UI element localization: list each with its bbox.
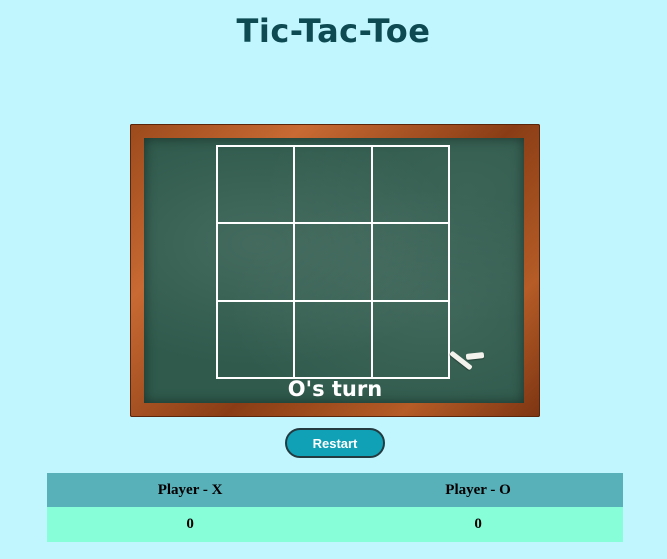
page-title: Tic-Tac-Toe (236, 12, 431, 50)
grid-cell-8[interactable] (294, 300, 372, 378)
game-grid (216, 145, 450, 379)
grid-cell-6[interactable] (371, 223, 449, 301)
player-x-header: Player - X (47, 473, 334, 507)
player-o-header: Player - O (333, 473, 623, 507)
turn-indicator: O's turn (287, 377, 383, 401)
scoreboard-score-row: 0 0 (47, 507, 623, 542)
scoreboard: Player - X Player - O 0 0 (47, 473, 623, 542)
restart-button[interactable]: Restart (285, 428, 385, 458)
grid-cell-1[interactable] (217, 146, 295, 224)
grid-cell-5[interactable] (294, 223, 372, 301)
player-o-score: 0 (333, 507, 623, 542)
grid-cell-7[interactable] (217, 300, 295, 378)
grid-cell-4[interactable] (217, 223, 295, 301)
player-x-score: 0 (47, 507, 334, 542)
grid-cell-3[interactable] (371, 146, 449, 224)
scoreboard-header-row: Player - X Player - O (47, 473, 623, 507)
grid-cell-2[interactable] (294, 146, 372, 224)
grid-cell-9[interactable] (371, 300, 449, 378)
